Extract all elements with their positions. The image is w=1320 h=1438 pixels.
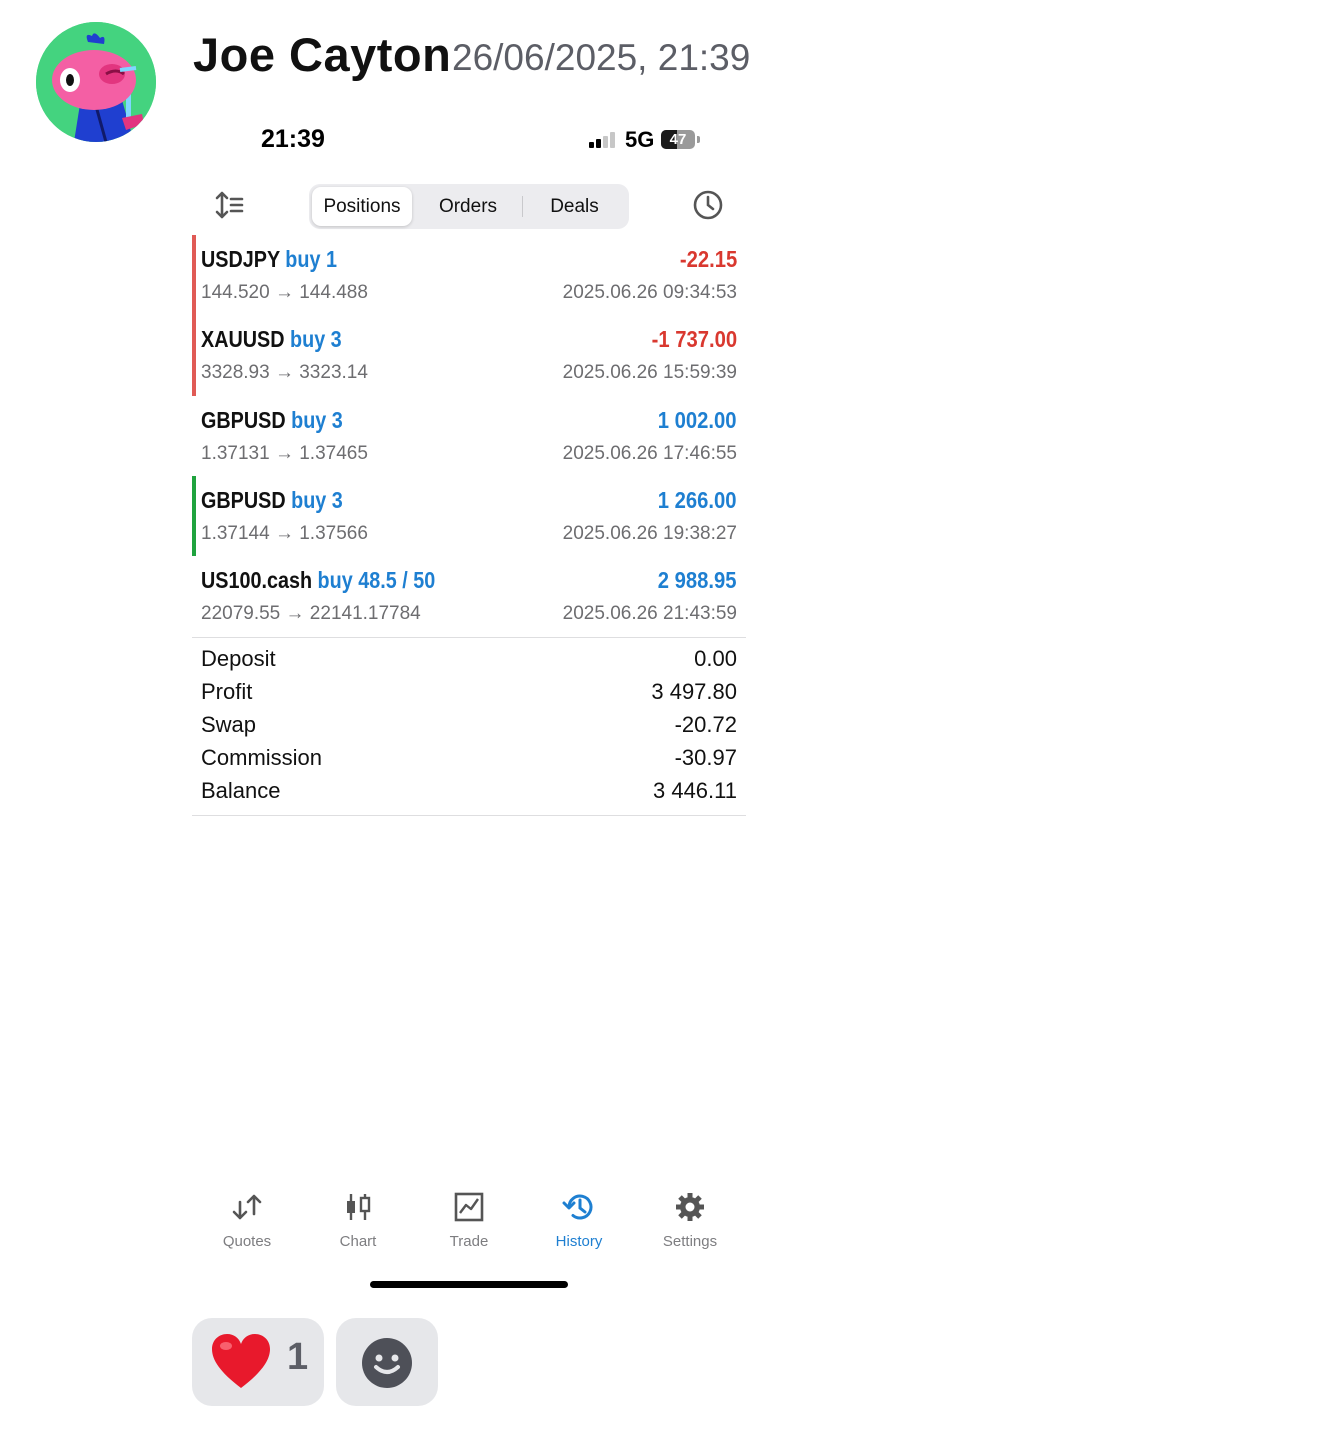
gain-marker [192, 475, 196, 557]
symbol: US100.cash [201, 567, 313, 594]
price-range: 1.37144 → 1.37566 [201, 522, 368, 544]
tab-quotes[interactable]: Quotes [192, 1190, 302, 1250]
price-range: 22079.55 → 22141.17784 [201, 603, 421, 625]
tab-settings[interactable]: Settings [635, 1190, 745, 1250]
summary-row-swap: Swap -20.72 [192, 710, 746, 743]
tab-label: Settings [662, 1233, 718, 1250]
position-row-gbpusd[interactable]: GBPUSD buy 3 1 266.00 1.37144 → 1.37566 … [192, 475, 746, 557]
side-volume: buy 3 [290, 326, 342, 353]
message-author[interactable]: Joe Cayton [193, 26, 451, 84]
status-time: 21:39 [261, 125, 325, 153]
tab-label: Chart [339, 1233, 377, 1250]
profit: 1 002.00 [658, 406, 737, 433]
summary-label: Balance [201, 778, 281, 803]
position-row-us100[interactable]: US100.cash buy 48.5 / 50 2 988.95 22079.… [192, 556, 746, 636]
summary-value: -30.97 [674, 745, 737, 770]
side-volume: buy 48.5 / 50 [317, 567, 436, 594]
history-clock-icon [562, 1194, 593, 1220]
battery-level: 47 [669, 131, 687, 148]
position-row-xauusd[interactable]: XAUUSD buy 3 -1 737.00 3328.93 → 3323.14… [192, 315, 746, 396]
position-title: GBPUSD buy 3 [201, 407, 343, 434]
sort-button[interactable] [214, 190, 246, 220]
side-volume: buy 3 [291, 406, 343, 433]
add-reaction-smiley-icon [362, 1338, 412, 1388]
close-datetime: 2025.06.26 19:38:27 [562, 522, 737, 544]
tab-chart[interactable]: Chart [303, 1190, 413, 1250]
profit: -22.15 [679, 246, 737, 272]
divider [192, 815, 746, 816]
close-datetime: 2025.06.26 21:43:59 [562, 603, 737, 625]
account-summary: Deposit 0.00 Profit 3 497.80 Swap -20.72… [192, 644, 746, 809]
tab-label: Trade [449, 1233, 489, 1250]
summary-label: Commission [201, 745, 323, 770]
loss-marker [192, 315, 196, 396]
battery-icon: 47 [661, 130, 695, 149]
positions-list: USDJPY buy 1 -22.15 144.520 → 144.488 20… [192, 235, 746, 636]
cartoon-bird-avatar-icon [36, 22, 156, 142]
summary-label: Profit [201, 679, 253, 704]
period-clock-button[interactable] [692, 189, 724, 221]
summary-row-commission: Commission -30.97 [192, 743, 746, 776]
heart-emoji-icon [212, 1334, 270, 1388]
sort-icon [215, 191, 244, 219]
summary-value: 3 497.80 [651, 679, 737, 704]
divider [192, 637, 746, 638]
summary-value: 3 446.11 [652, 778, 737, 803]
bottom-tab-bar: Quotes Chart Trade History Settings [192, 1190, 746, 1260]
position-title: XAUUSD buy 3 [201, 326, 342, 353]
quotes-arrows-icon [232, 1194, 262, 1220]
trade-chart-icon [454, 1192, 484, 1222]
tab-trade[interactable]: Trade [414, 1190, 524, 1250]
position-title: US100.cash buy 48.5 / 50 [201, 567, 435, 594]
tab-label: History [555, 1233, 603, 1250]
close-datetime: 2025.06.26 09:34:53 [562, 282, 737, 303]
tab-label: Quotes [222, 1233, 272, 1250]
summary-label: Deposit [201, 646, 276, 671]
reaction-heart[interactable]: 1 [192, 1318, 324, 1406]
price-range: 3328.93 → 3323.14 [201, 362, 368, 384]
view-segmented-control: Positions Orders Deals [309, 184, 629, 229]
position-title: GBPUSD buy 3 [201, 487, 343, 514]
position-title: USDJPY buy 1 [201, 246, 337, 273]
close-datetime: 2025.06.26 17:46:55 [562, 442, 737, 464]
symbol: GBPUSD [201, 486, 286, 513]
summary-row-balance: Balance 3 446.11 [192, 776, 746, 809]
profit: 2 988.95 [658, 567, 737, 594]
side-volume: buy 1 [285, 246, 337, 272]
price-range: 1.37131 → 1.37465 [201, 442, 368, 464]
tab-history[interactable]: History [524, 1190, 634, 1250]
tab-orders[interactable]: Orders [415, 187, 521, 226]
tab-deals[interactable]: Deals [523, 187, 626, 226]
close-datetime: 2025.06.26 15:59:39 [562, 362, 737, 384]
summary-value: -20.72 [674, 712, 737, 737]
profit: -1 737.00 [651, 326, 737, 353]
tab-positions[interactable]: Positions [312, 187, 412, 226]
summary-label: Swap [201, 712, 257, 737]
symbol: XAUUSD [201, 326, 285, 353]
position-row-usdjpy[interactable]: USDJPY buy 1 -22.15 144.520 → 144.488 20… [192, 235, 746, 316]
summary-row-deposit: Deposit 0.00 [192, 644, 746, 677]
clock-icon [693, 190, 723, 220]
gear-icon [676, 1193, 704, 1221]
side-volume: buy 3 [291, 486, 343, 513]
loss-marker [192, 235, 196, 316]
signal-strength-icon [589, 132, 617, 148]
message-timestamp: 26/06/2025, 21:39 [452, 37, 751, 78]
price-range: 144.520 → 144.488 [201, 282, 368, 303]
avatar[interactable] [36, 22, 156, 142]
battery-nub [697, 136, 700, 143]
attached-screenshot[interactable]: 21:39 5G 47 Positions Orders Deals USDJP… [192, 115, 746, 1300]
summary-value: 0.00 [694, 646, 737, 671]
summary-row-profit: Profit 3 497.80 [192, 677, 746, 710]
reaction-count: 1 [287, 1336, 309, 1378]
network-type: 5G [625, 127, 655, 152]
add-reaction-button[interactable] [336, 1318, 438, 1406]
position-row-gbpusd[interactable]: GBPUSD buy 3 1 002.00 1.37131 → 1.37465 … [192, 396, 746, 476]
profit: 1 266.00 [658, 486, 737, 513]
home-indicator [370, 1281, 568, 1288]
candlestick-chart-icon [347, 1194, 371, 1220]
symbol: GBPUSD [201, 406, 286, 433]
symbol: USDJPY [201, 246, 280, 272]
